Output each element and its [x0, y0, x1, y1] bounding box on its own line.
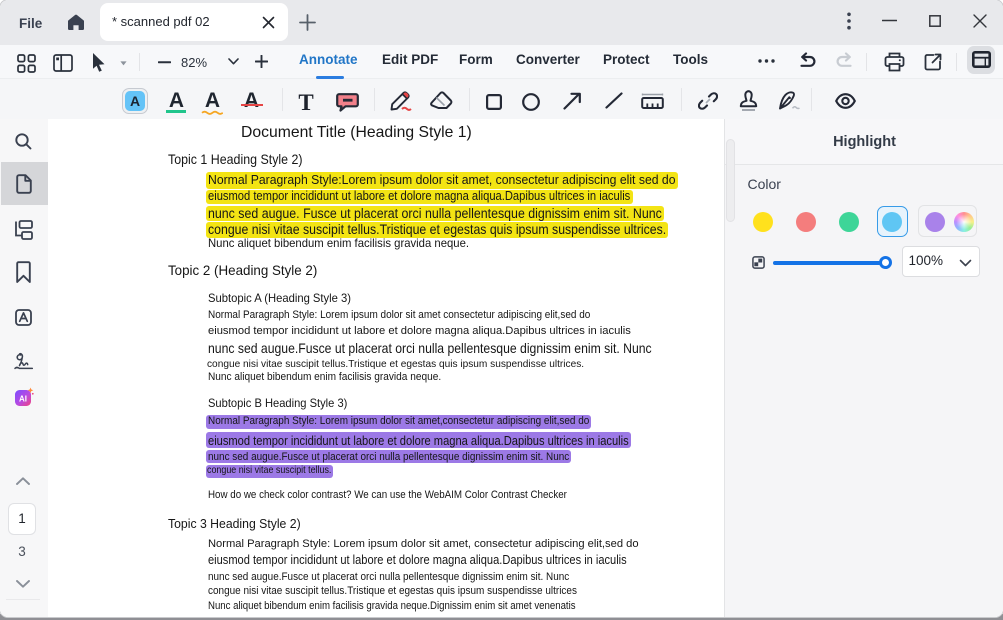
svg-text:AI: AI [19, 395, 27, 404]
